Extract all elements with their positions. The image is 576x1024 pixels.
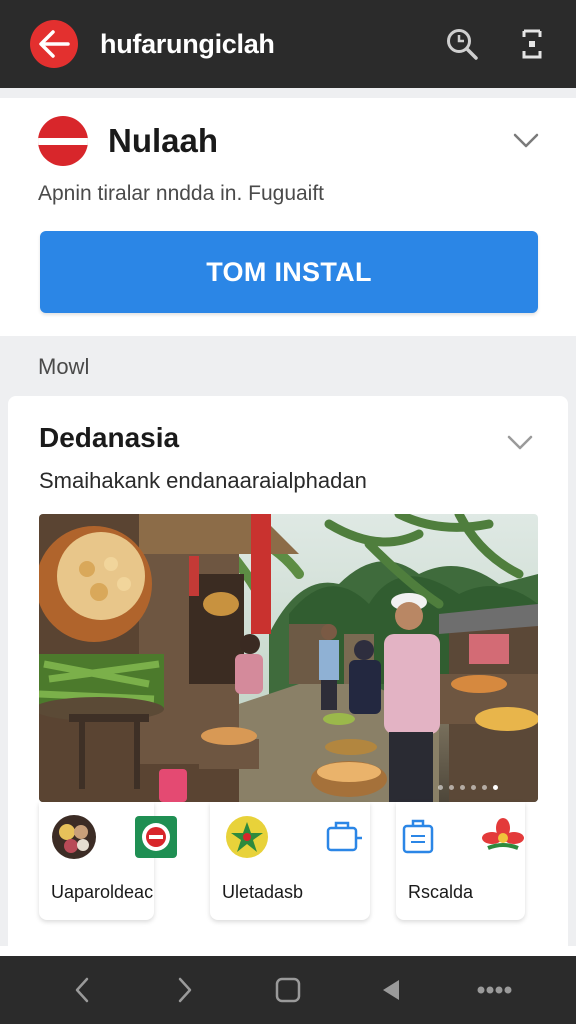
market-photo[interactable] (39, 514, 538, 802)
shopping-bag-icon (402, 819, 434, 854)
category-tiles: Uaparoldeac Uletadasb Rscalda (39, 802, 538, 920)
shopping-bag-icon (326, 821, 362, 852)
shop-badge-icon (135, 816, 177, 858)
more-vert-icon (522, 29, 542, 59)
install-button[interactable]: TOM INSTAL (40, 231, 538, 313)
tile-label: Rscalda (408, 882, 474, 902)
search-button[interactable] (440, 22, 484, 66)
carousel-dot[interactable] (438, 785, 443, 790)
food-plate-icon (52, 815, 96, 859)
feature-card: Dedanasia Smaihakank endanaaraialphadan (8, 396, 568, 956)
nav-recent-button[interactable] (363, 962, 419, 1018)
carousel-dot[interactable] (471, 785, 476, 790)
chevron-left-icon (75, 977, 88, 1003)
chevron-down-icon[interactable] (506, 434, 534, 452)
app-header-card: Nulaah Apnin tiralar nndda in. Fuguaift … (0, 98, 576, 336)
category-tile[interactable]: Uaparoldeac (39, 802, 177, 920)
app-logo (38, 116, 88, 166)
chevron-right-icon (178, 977, 192, 1003)
more-horiz-icon (477, 986, 512, 994)
square-home-icon (275, 977, 301, 1003)
nav-forward-button[interactable] (157, 962, 213, 1018)
market-illustration (39, 514, 538, 802)
carousel-dot[interactable] (482, 785, 487, 790)
feature-title: Dedanasia (39, 422, 180, 453)
flower-icon (482, 818, 524, 850)
app-bar: hufarungiclah (0, 0, 576, 88)
triangle-back-icon (383, 980, 400, 1000)
feature-subtitle: Smaihakank endanaaraialphadan (39, 468, 367, 493)
section-label: Mowl (38, 354, 90, 379)
tile-label: Uaparoldeac (51, 882, 154, 902)
back-button[interactable] (30, 20, 78, 68)
search-icon (447, 29, 478, 60)
carousel-dot-active[interactable] (493, 785, 498, 790)
star-badge-icon (226, 816, 268, 858)
carousel-dot[interactable] (449, 785, 454, 790)
tile-label: Uletadasb (222, 882, 304, 902)
carousel-dots (438, 785, 498, 790)
nav-more-button[interactable] (466, 962, 522, 1018)
system-nav-bar (0, 956, 576, 1024)
chevron-down-icon[interactable] (512, 132, 540, 150)
app-subtitle: Apnin tiralar nndda in. Fuguaift (38, 182, 325, 205)
page-title: hufarungiclah (100, 28, 275, 59)
nav-back-button[interactable] (54, 962, 110, 1018)
app-name: Nulaah (108, 122, 219, 159)
more-options-button[interactable] (510, 22, 554, 66)
arrow-left-icon (39, 30, 70, 58)
carousel-dot[interactable] (460, 785, 465, 790)
category-tile[interactable]: Rscalda (396, 802, 525, 920)
nav-home-button[interactable] (260, 962, 316, 1018)
category-tile[interactable]: Uletadasb (210, 802, 370, 920)
